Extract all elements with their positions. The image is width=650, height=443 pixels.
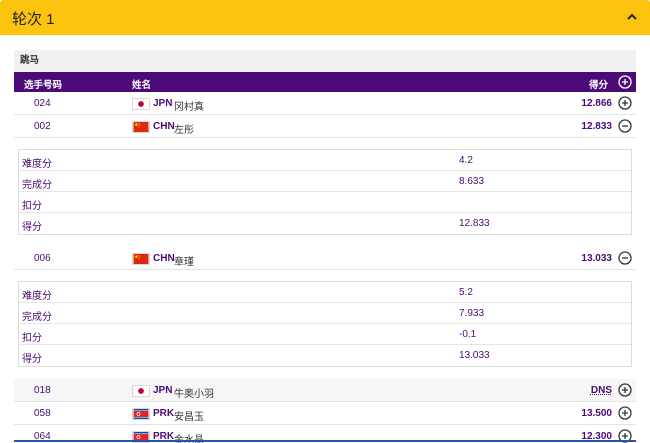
japan-flag-icon (132, 98, 150, 110)
penalty-row: 扣分 (19, 192, 631, 213)
athlete-name: 安昌玉 (174, 412, 204, 423)
execution-label: 完成分 (22, 180, 52, 191)
column-bib: 选手号码 (24, 80, 63, 91)
column-name: 姓名 (132, 80, 152, 91)
round-title: 轮次 1 (12, 11, 55, 28)
penalty-label: 扣分 (22, 201, 42, 212)
penalty-value: -0.1 (459, 329, 477, 340)
apparatus-label: 跳马 (14, 50, 636, 72)
execution-row: 完成分 8.633 (19, 171, 631, 192)
difficulty-row: 难度分 4.2 (19, 150, 631, 171)
table-row[interactable]: 018 JPN 牛奥小羽 DNS (14, 379, 636, 402)
total-value: 13.033 (459, 350, 490, 361)
athlete-noc: CHN (153, 121, 175, 132)
athlete-bib: 024 (34, 98, 51, 109)
total-label: 得分 (22, 222, 42, 233)
athlete-bib: 002 (34, 121, 51, 132)
total-value: 12.833 (459, 218, 490, 229)
athlete-score: 12.833 (581, 121, 612, 132)
results-panel: 跳马 选手号码 姓名 得分 024 JPN 冈村真 12.866 002 CHN… (14, 50, 636, 443)
difficulty-value: 4.2 (459, 155, 473, 166)
athlete-noc: PRK (153, 408, 175, 419)
execution-value: 7.933 (459, 308, 485, 319)
athlete-score: DNS (590, 385, 612, 396)
athlete-bib: 006 (34, 253, 51, 264)
difficulty-label: 难度分 (22, 291, 52, 302)
table-row[interactable]: 024 JPN 冈村真 12.866 (14, 92, 636, 115)
expand-all-icon[interactable] (618, 75, 632, 89)
penalty-row: 扣分 -0.1 (19, 324, 631, 345)
difficulty-label: 难度分 (22, 159, 52, 170)
athlete-name: 牛奥小羽 (174, 389, 214, 400)
total-row: 得分 12.833 (19, 213, 631, 234)
chevron-up-icon[interactable] (625, 11, 639, 23)
round-header[interactable]: 轮次 1 (0, 0, 650, 35)
japan-flag-icon (132, 385, 150, 397)
expand-icon[interactable] (618, 383, 632, 397)
total-row: 得分 13.033 (19, 345, 631, 366)
difficulty-value: 5.2 (459, 287, 473, 298)
total-label: 得分 (22, 354, 42, 365)
execution-row: 完成分 7.933 (19, 303, 631, 324)
athlete-bib: 058 (34, 408, 51, 419)
athlete-noc: JPN (153, 98, 173, 109)
table-header: 选手号码 姓名 得分 (14, 72, 636, 92)
collapse-icon[interactable] (618, 119, 632, 133)
athlete-name: 章瑾 (174, 257, 194, 268)
score-breakdown: 难度分 4.2 完成分 8.633 扣分 得分 12.833 (18, 149, 632, 235)
north-korea-flag-icon (132, 408, 150, 420)
athlete-name: 冈村真 (174, 102, 204, 113)
execution-value: 8.633 (459, 176, 485, 187)
collapse-icon[interactable] (618, 251, 632, 265)
athlete-score: 13.500 (581, 408, 612, 419)
difficulty-row: 难度分 5.2 (19, 282, 631, 303)
china-flag-icon (132, 253, 150, 265)
athlete-bib: 018 (34, 385, 51, 396)
athlete-noc: CHN (153, 253, 175, 264)
athlete-score: 12.866 (581, 98, 612, 109)
expand-icon[interactable] (618, 96, 632, 110)
table-row[interactable]: 058 PRK 安昌玉 13.500 (14, 402, 636, 425)
table-row[interactable]: 002 CHN 左彤 12.833 (14, 115, 636, 138)
score-breakdown: 难度分 5.2 完成分 7.933 扣分 -0.1 得分 13.033 (18, 281, 632, 367)
divider (14, 440, 636, 442)
expand-icon[interactable] (618, 406, 632, 420)
penalty-label: 扣分 (22, 333, 42, 344)
china-flag-icon (132, 121, 150, 133)
column-score: 得分 (588, 80, 608, 91)
table-row[interactable]: 006 CHN 章瑾 13.033 (14, 247, 636, 270)
athlete-name: 左彤 (174, 125, 194, 136)
athlete-noc: JPN (153, 385, 173, 396)
execution-label: 完成分 (22, 312, 52, 323)
athlete-score: 13.033 (581, 253, 612, 264)
